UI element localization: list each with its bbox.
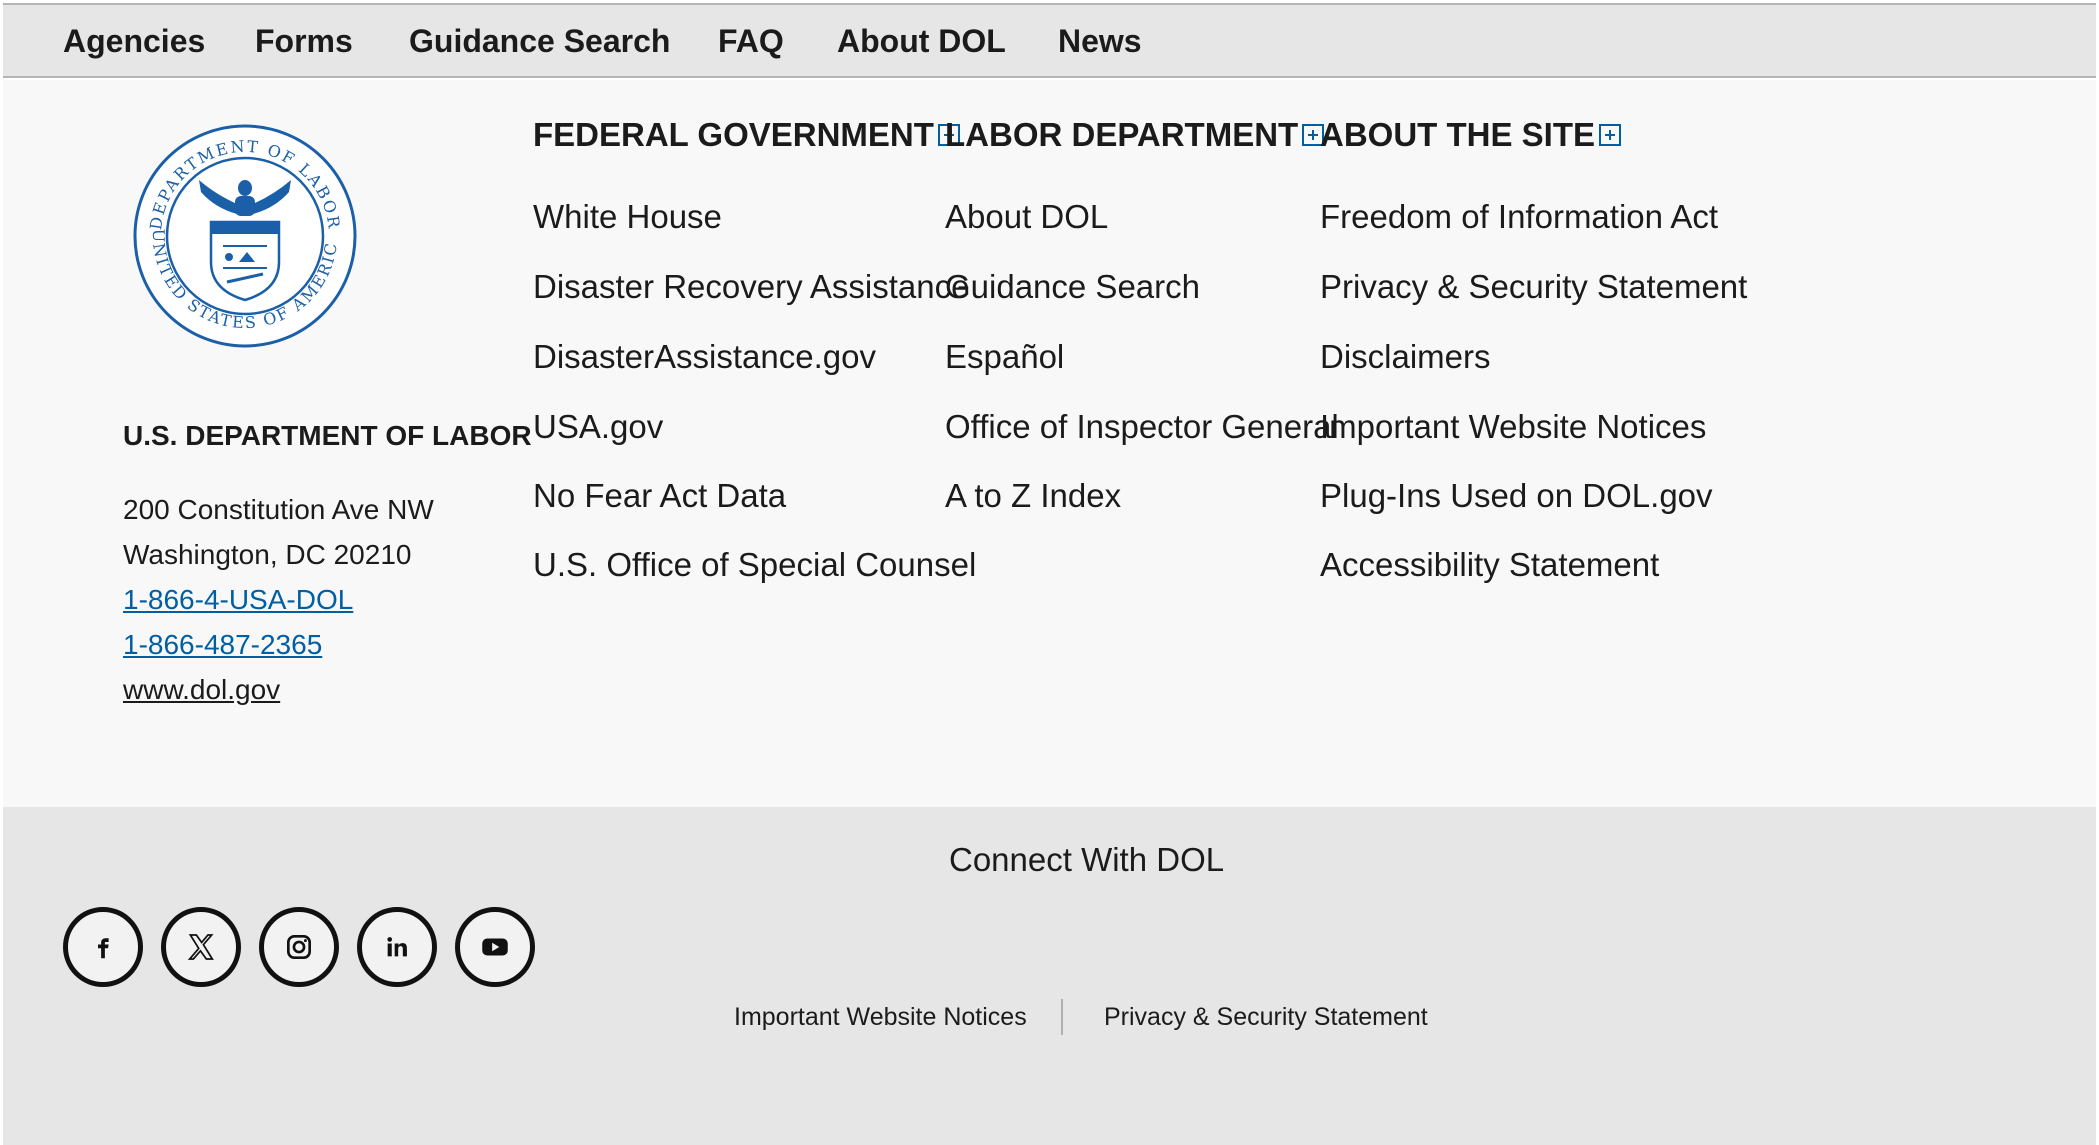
x-icon[interactable] (161, 907, 241, 987)
connect-title: Connect With DOL (949, 841, 1225, 878)
nav-agencies[interactable]: Agencies (63, 23, 205, 60)
website-link[interactable]: www.dol.gov (123, 674, 280, 705)
labor-department-heading[interactable]: LABOR DEPARTMENT (945, 116, 1325, 154)
link-privacy-security[interactable]: Privacy & Security Statement (1320, 268, 1747, 306)
youtube-icon[interactable] (455, 907, 535, 987)
link-disasterassistance[interactable]: DisasterAssistance.gov (533, 338, 876, 376)
link-a-to-z[interactable]: A to Z Index (945, 477, 1121, 515)
footer-bottom: Connect With DOL Important Website Notic… (3, 807, 2096, 1145)
link-plug-ins[interactable]: Plug-Ins Used on DOL.gov (1320, 477, 1713, 515)
federal-government-heading[interactable]: FEDERAL GOVERNMENT (533, 116, 960, 154)
dol-seal-logo: DEPARTMENT OF LABOR UNITED STATES OF AME… (131, 122, 357, 348)
link-white-house[interactable]: White House (533, 198, 722, 236)
about-site-heading-label: ABOUT THE SITE (1320, 116, 1596, 153)
linkedin-icon[interactable] (357, 907, 437, 987)
footer-link-privacy-security[interactable]: Privacy & Security Statement (1104, 1003, 1428, 1032)
footer-divider (1061, 999, 1063, 1035)
footer-link-important-notices[interactable]: Important Website Notices (734, 1003, 1027, 1032)
link-guidance-search[interactable]: Guidance Search (945, 268, 1200, 306)
link-accessibility[interactable]: Accessibility Statement (1320, 546, 1659, 584)
link-inspector-general[interactable]: Office of Inspector General (945, 408, 1339, 446)
link-about-dol[interactable]: About DOL (945, 198, 1108, 236)
address-line-1: 200 Constitution Ave NW (123, 494, 434, 525)
link-important-notices[interactable]: Important Website Notices (1320, 408, 1706, 446)
about-site-heading[interactable]: ABOUT THE SITE (1320, 116, 1622, 154)
top-navigation: Agencies Forms Guidance Search FAQ About… (3, 3, 2096, 78)
link-disclaimers[interactable]: Disclaimers (1320, 338, 1491, 376)
nav-faq[interactable]: FAQ (718, 23, 784, 60)
link-foia[interactable]: Freedom of Information Act (1320, 198, 1718, 236)
expand-plus-icon[interactable] (1599, 124, 1622, 146)
labor-department-heading-label: LABOR DEPARTMENT (945, 116, 1299, 153)
phone-link-1[interactable]: 1-866-4-USA-DOL (123, 584, 353, 615)
nav-guidance-search[interactable]: Guidance Search (409, 23, 670, 60)
footer-main: DEPARTMENT OF LABOR UNITED STATES OF AME… (3, 80, 2096, 807)
federal-government-heading-label: FEDERAL GOVERNMENT (533, 116, 934, 153)
link-no-fear-act[interactable]: No Fear Act Data (533, 477, 786, 515)
link-usa-gov[interactable]: USA.gov (533, 408, 663, 446)
link-disaster-recovery[interactable]: Disaster Recovery Assistance (533, 268, 970, 306)
facebook-icon[interactable] (63, 907, 143, 987)
address-line-2: Washington, DC 20210 (123, 539, 412, 570)
nav-forms[interactable]: Forms (255, 23, 353, 60)
link-espanol[interactable]: Español (945, 338, 1064, 376)
org-name: U.S. DEPARTMENT OF LABOR (123, 420, 532, 451)
phone-link-2[interactable]: 1-866-487-2365 (123, 629, 322, 660)
instagram-icon[interactable] (259, 907, 339, 987)
nav-news[interactable]: News (1058, 23, 1142, 60)
link-special-counsel[interactable]: U.S. Office of Special Counsel (533, 546, 976, 584)
nav-about-dol[interactable]: About DOL (837, 23, 1006, 60)
